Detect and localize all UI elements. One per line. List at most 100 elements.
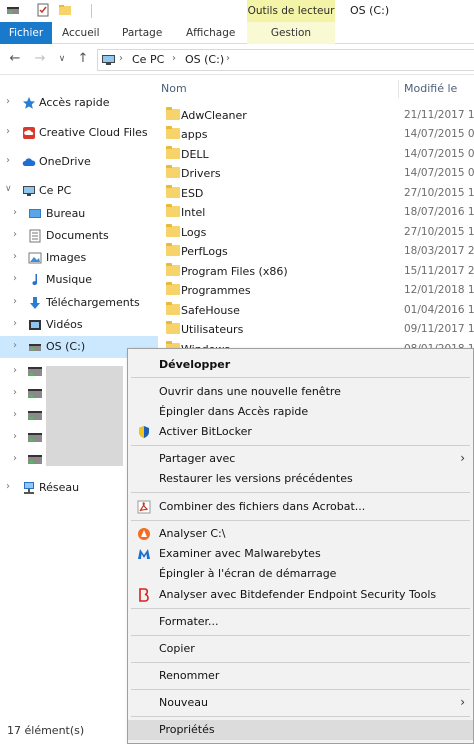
address-bar[interactable]: › Ce PC › OS (C:) › [97,49,474,71]
file-row[interactable]: SafeHouse 01/04/2016 11: [158,301,474,320]
sidebar-item-acces-rapide[interactable]: › Accès rapide [0,92,158,114]
menu-item-analyser-c[interactable]: Analyser C:\ [128,524,473,544]
chevron-right-icon[interactable]: › [172,53,176,64]
chevron-right-icon[interactable]: › [226,53,230,64]
chevron-down-icon[interactable]: ∨ [5,184,12,194]
file-row[interactable]: Intel 18/07/2016 11: [158,203,474,222]
file-row[interactable]: DELL 14/07/2015 08 [158,145,474,164]
network-drive-icon[interactable] [28,411,42,420]
file-row[interactable]: Program Files (x86) 15/11/2017 20: [158,262,474,281]
menu-item-label: Analyser avec Bitdefender Endpoint Secur… [159,588,437,601]
file-row[interactable]: apps 14/07/2015 08 [158,125,474,144]
sidebar-item-telechargements[interactable]: › Téléchargements [0,292,158,314]
chevron-right-icon[interactable]: › [119,53,123,64]
chevron-right-icon[interactable]: › [13,431,17,442]
chevron-right-icon[interactable]: › [13,207,17,218]
sidebar-item-musique[interactable]: › Musique [0,269,158,291]
menu-item-format[interactable]: Formater... [128,612,473,632]
chevron-right-icon[interactable]: › [13,340,17,351]
ribbon-tabs: Fichier Accueil Partage Affichage Gestio… [0,22,474,44]
chevron-right-icon[interactable]: › [13,453,17,464]
forward-arrow-icon[interactable]: → [32,51,48,67]
file-row[interactable]: Logs 27/10/2015 11: [158,223,474,242]
sidebar-item-videos[interactable]: › Vidéos [0,314,158,336]
properties-icon[interactable] [36,3,50,17]
folder-icon [166,243,180,256]
network-drive-icon[interactable] [28,455,42,464]
breadcrumb-os-c[interactable]: OS (C:) [185,53,224,66]
file-name: ESD [181,187,204,200]
sidebar-item-creative-cloud[interactable]: › Creative Cloud Files [0,122,158,144]
sidebar-item-images[interactable]: › Images [0,247,158,269]
menu-item-rename[interactable]: Renommer [128,666,473,686]
file-name: Logs [181,226,207,239]
breadcrumb-ce-pc[interactable]: Ce PC [132,53,164,66]
sidebar-item-documents[interactable]: › Documents [0,225,158,247]
menu-item-properties[interactable]: Propriétés [128,720,473,740]
tab-affichage[interactable]: Affichage [186,22,235,44]
star-icon [23,97,35,109]
back-arrow-icon[interactable]: ← [7,51,23,67]
new-folder-icon[interactable] [58,3,72,17]
pictures-icon [28,252,42,264]
file-date: 21/11/2017 11: [404,109,474,121]
drive-icon[interactable] [6,3,20,17]
network-drive-icon[interactable] [28,389,42,398]
menu-item-open-new-window[interactable]: Ouvrir dans une nouvelle fenêtre [128,382,473,402]
chevron-right-icon[interactable]: › [6,126,10,137]
chevron-right-icon[interactable]: › [13,273,17,284]
tab-partage[interactable]: Partage [122,22,162,44]
file-date: 27/10/2015 11: [404,226,474,238]
chevron-right-icon[interactable]: › [13,296,17,307]
menu-separator [131,608,470,609]
up-arrow-icon[interactable]: ↑ [75,51,91,67]
chevron-right-icon[interactable]: › [13,387,17,398]
menu-item-new[interactable]: Nouveau › [128,693,473,713]
file-row[interactable]: ESD 27/10/2015 11: [158,184,474,203]
recent-chevron-icon[interactable]: ∨ [54,51,70,67]
tab-accueil[interactable]: Accueil [62,22,100,44]
menu-item-share-with[interactable]: Partager avec › [128,449,473,469]
file-row[interactable]: Drivers 14/07/2015 08 [158,164,474,183]
file-row[interactable]: PerfLogs 18/03/2017 22: [158,242,474,261]
chevron-right-icon[interactable]: › [6,155,10,166]
menu-item-copy[interactable]: Copier [128,639,473,659]
file-row[interactable]: Programmes 12/01/2018 11: [158,281,474,300]
menu-item-acrobat-combine[interactable]: Combiner des fichiers dans Acrobat... [128,497,473,517]
menu-item-pin-start[interactable]: Épingler à l'écran de démarrage [128,564,473,584]
sidebar-item-ce-pc[interactable]: ∨ Ce PC [0,180,158,202]
network-drive-icon[interactable] [28,367,42,376]
file-row[interactable]: Utilisateurs 09/11/2017 11: [158,320,474,339]
chevron-right-icon[interactable]: › [13,318,17,329]
chevron-right-icon[interactable]: › [13,409,17,420]
column-header-name[interactable]: Nom [161,82,187,95]
download-icon [30,297,40,309]
menu-item-developper[interactable]: Développer [128,355,473,375]
tab-gestion[interactable]: Gestion [247,22,335,44]
chevron-right-icon[interactable]: › [6,96,10,107]
chevron-right-icon[interactable]: › [13,251,17,262]
menu-item-restore-versions[interactable]: Restaurer les versions précédentes [128,469,473,489]
sidebar-item-bureau[interactable]: › Bureau [0,203,158,225]
file-row[interactable]: AdwCleaner 21/11/2017 11: [158,106,474,125]
column-header-date[interactable]: Modifié le [404,82,457,95]
network-drive-icon[interactable] [28,433,42,442]
menu-item-bitlocker[interactable]: Activer BitLocker [128,422,473,442]
chevron-right-icon[interactable]: › [6,481,10,492]
folder-icon [166,302,180,315]
chevron-right-icon[interactable]: › [13,229,17,240]
menu-item-pin-quick-access[interactable]: Épingler dans Accès rapide [128,402,473,422]
tab-fichier[interactable]: Fichier [0,22,52,44]
computer-icon [102,55,115,65]
chevron-right-icon[interactable]: › [13,365,17,376]
column-divider[interactable] [398,80,399,98]
file-date: 18/07/2016 11: [404,206,474,218]
menu-item-malwarebytes[interactable]: Examiner avec Malwarebytes [128,544,473,564]
menu-item-label: Restaurer les versions précédentes [159,472,353,485]
menu-item-bitdefender[interactable]: Analyser avec Bitdefender Endpoint Secur… [128,585,473,605]
menu-item-label: Combiner des fichiers dans Acrobat... [159,500,366,513]
music-icon [32,274,38,286]
file-name: AdwCleaner [181,109,247,122]
acrobat-icon [137,500,151,514]
sidebar-item-onedrive[interactable]: › OneDrive [0,151,158,173]
